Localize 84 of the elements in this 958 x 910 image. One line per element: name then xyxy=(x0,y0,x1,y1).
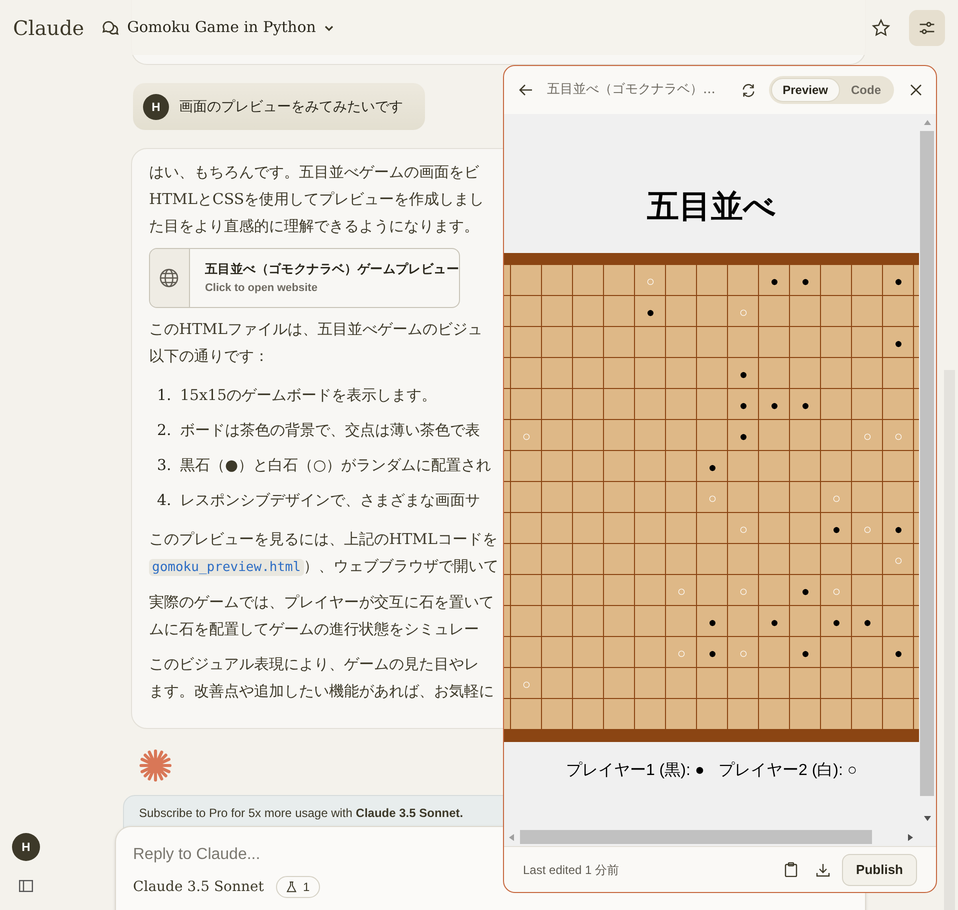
player-legend: プレイヤー1 (黒): ● xyxy=(566,759,704,783)
solid-stone: ● xyxy=(739,366,748,380)
hollow-stone: ○ xyxy=(522,428,531,442)
hollow-stone: ○ xyxy=(708,490,717,504)
hollow-stone: ○ xyxy=(832,490,841,504)
usage-badge[interactable]: 1 xyxy=(276,876,320,898)
code-snippet: gomoku_preview.html xyxy=(149,559,304,576)
solid-stone: ● xyxy=(801,646,810,660)
solid-stone: ● xyxy=(894,336,903,350)
solid-stone: ● xyxy=(894,274,903,288)
scrollbar-thumb[interactable] xyxy=(520,830,872,844)
back-arrow-icon[interactable] xyxy=(518,82,534,98)
list-number: 4. xyxy=(157,490,172,511)
sidebar-toggle-icon[interactable] xyxy=(19,880,33,892)
solid-stone: ● xyxy=(739,398,748,412)
list-item-text: ボードは茶色の背景で、交点は薄い茶色で表 xyxy=(180,420,480,441)
solid-stone: ● xyxy=(739,428,748,442)
solid-stone: ● xyxy=(770,274,779,288)
solid-stone: ● xyxy=(770,614,779,628)
hollow-stone: ○ xyxy=(739,522,748,536)
artifact-title: 五目並べ（ゴモクナラベ）... xyxy=(547,81,716,100)
star-icon[interactable] xyxy=(871,18,891,38)
model-selector[interactable]: Claude 3.5 Sonnet xyxy=(133,876,264,898)
artifact-card[interactable]: 五目並べ（ゴモクナラベ）ゲームプレビュー Click to open website xyxy=(149,248,460,308)
scroll-down-icon[interactable] xyxy=(924,816,931,821)
list-item-text: 黒石（●）と白石（○）がランダムに配置され xyxy=(180,455,492,476)
view-tab[interactable]: Preview xyxy=(770,78,840,102)
solid-stone: ● xyxy=(770,398,779,412)
download-icon[interactable] xyxy=(816,862,830,876)
player-legend: プレイヤー2 (白): ○ xyxy=(718,759,858,783)
hollow-stone: ○ xyxy=(863,428,872,442)
hollow-stone: ○ xyxy=(832,584,841,598)
hollow-stone: ○ xyxy=(677,584,686,598)
publish-button[interactable]: Publish xyxy=(842,854,917,886)
user-avatar: H xyxy=(143,94,169,120)
reply-input[interactable]: Reply to Claude... xyxy=(133,843,463,867)
paragraph: はい、もちろんです。五目並べゲームの画面をビ HTMLとCSSを使用してプレビューを作成しまし た目をより直感的に理解できるようになります。 xyxy=(149,162,484,237)
view-tab[interactable]: Code xyxy=(840,78,892,102)
hollow-stone: ○ xyxy=(739,584,748,598)
settings-button[interactable] xyxy=(909,10,945,46)
solid-stone: ● xyxy=(708,460,717,474)
paragraph: このHTMLファイルは、五目並べゲームのビジュ 以下の通りです： xyxy=(149,319,482,367)
solid-stone: ● xyxy=(894,646,903,660)
solid-stone: ● xyxy=(894,522,903,536)
claude-logo[interactable]: Claude xyxy=(13,12,84,42)
solid-stone: ● xyxy=(708,614,717,628)
scroll-right-icon[interactable] xyxy=(908,834,913,841)
list-number: 3. xyxy=(157,455,172,476)
solid-stone: ● xyxy=(801,584,810,598)
list-number: 1. xyxy=(157,385,172,406)
last-edited-text: Last edited 1 分前 xyxy=(523,862,620,878)
solid-stone: ● xyxy=(832,522,841,536)
hollow-stone: ○ xyxy=(863,522,872,536)
list-item-text: 15x15のゲームボードを表示します。 xyxy=(180,385,437,406)
chat-bubbles-icon xyxy=(102,19,120,36)
sparkle-logo-icon xyxy=(139,749,172,782)
hollow-stone: ○ xyxy=(739,304,748,318)
hollow-stone: ○ xyxy=(739,646,748,660)
flask-icon xyxy=(286,881,297,893)
game-heading: 五目並べ xyxy=(647,187,776,226)
hollow-stone: ○ xyxy=(677,646,686,660)
message-text: 画面のプレビューをみてみたいです xyxy=(179,97,403,116)
scrollbar-thumb[interactable] xyxy=(920,131,934,796)
paragraph: このプレビューを見るには、上記のHTMLコードを gomoku_preview.html ）、ウェブブラウザで開いて xyxy=(149,529,499,578)
chat-title-button[interactable]: Gomoku Game in Python xyxy=(102,16,334,39)
close-icon[interactable] xyxy=(910,84,922,96)
paragraph: このビジュアル表現により、ゲームの見た目やレ ます。改善点や追加したい機能があれば、お気軽に xyxy=(149,654,494,702)
user-avatar[interactable]: H xyxy=(12,833,40,861)
hollow-stone: ○ xyxy=(894,552,903,566)
hollow-stone: ○ xyxy=(522,676,531,690)
solid-stone: ● xyxy=(708,646,717,660)
paragraph: 実際のゲームでは、プレイヤーが交互に石を置いて ムに石を配置してゲームの進行状態をシミュレー xyxy=(149,592,494,640)
solid-stone: ● xyxy=(801,274,810,288)
hollow-stone: ○ xyxy=(646,274,655,288)
clipboard-icon[interactable] xyxy=(784,862,798,877)
globe-icon xyxy=(159,268,180,288)
list-item-text: レスポンシブデザインで、さまざまな画面サ xyxy=(180,490,480,511)
solid-stone: ● xyxy=(646,304,655,318)
solid-stone: ● xyxy=(863,614,872,628)
list-number: 2. xyxy=(157,420,172,441)
refresh-icon[interactable] xyxy=(740,82,756,98)
solid-stone: ● xyxy=(801,398,810,412)
hollow-stone: ○ xyxy=(894,428,903,442)
solid-stone: ● xyxy=(832,614,841,628)
